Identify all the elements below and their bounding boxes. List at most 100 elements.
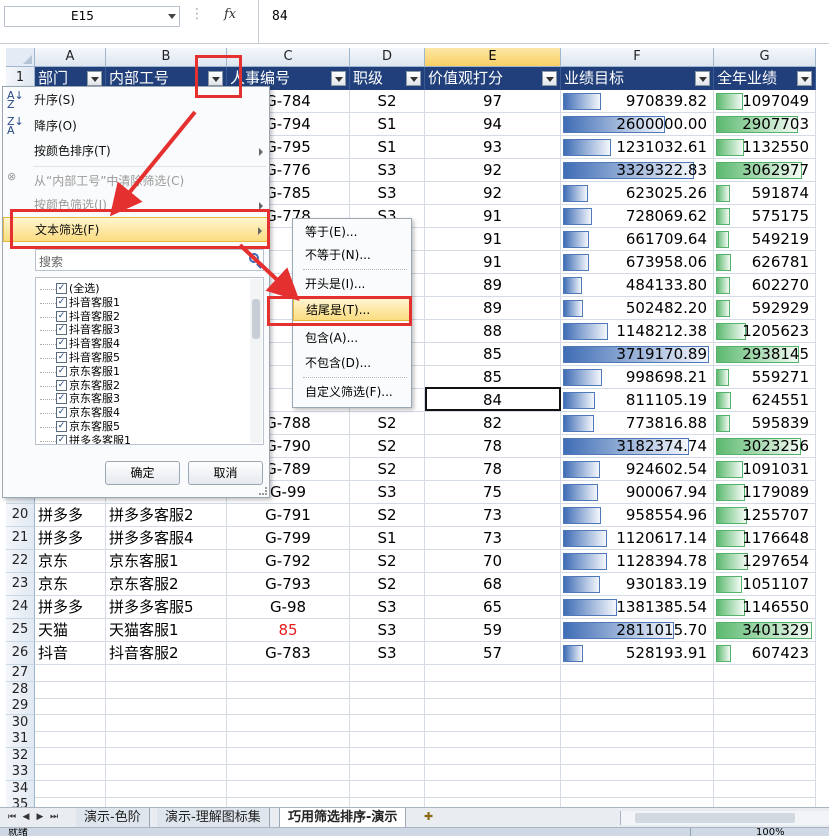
row-header[interactable]: 33 (6, 764, 35, 781)
table-cell-staff-id[interactable]: 京东客服2 (106, 573, 227, 596)
checkbox-checked-icon[interactable]: ✓ (56, 283, 67, 294)
prev-sheet-icon[interactable]: ◀ (20, 811, 32, 824)
table-cell-target[interactable]: 528193.91 (561, 642, 714, 665)
empty-cell[interactable] (35, 747, 106, 765)
empty-cell[interactable] (227, 681, 350, 699)
table-cell-annual[interactable]: 1255707 (714, 504, 816, 527)
table-cell-level[interactable]: S2 (350, 90, 425, 113)
row-header[interactable]: 32 (6, 747, 35, 765)
filter-dropdown-icon[interactable] (406, 71, 421, 86)
empty-cell[interactable] (35, 731, 106, 748)
empty-cell[interactable] (35, 780, 106, 798)
empty-cell[interactable] (35, 714, 106, 732)
header-cell-f[interactable]: 业绩目标 (561, 67, 714, 90)
table-cell-target[interactable]: 661709.64 (561, 228, 714, 251)
filter-dropdown-icon[interactable] (208, 71, 223, 86)
table-cell-target[interactable]: 924602.54 (561, 458, 714, 481)
table-cell-level[interactable]: S2 (350, 435, 425, 458)
menu-text-filter[interactable]: 文本筛选(F) (3, 217, 269, 242)
row-header[interactable]: 22 (6, 550, 35, 573)
table-cell-target[interactable]: 484133.80 (561, 274, 714, 297)
submenu-item-4[interactable]: 包含(A)... (293, 327, 411, 350)
filter-list-item[interactable]: ✓ 抖音客服1 (40, 296, 120, 310)
scrollbar-thumb[interactable] (252, 299, 260, 339)
table-cell-level[interactable]: S3 (350, 182, 425, 205)
empty-cell[interactable] (561, 681, 714, 699)
table-cell-score[interactable]: 89 (425, 274, 561, 297)
table-cell-target[interactable]: 2811015.70 (561, 619, 714, 642)
table-cell-level[interactable]: S3 (350, 642, 425, 665)
table-cell-annual[interactable]: 575175 (714, 205, 816, 228)
filter-dropdown-icon[interactable] (331, 71, 346, 86)
row-header[interactable]: 28 (6, 681, 35, 699)
submenu-item-1[interactable]: 不等于(N)... (293, 244, 411, 267)
filter-list-item[interactable]: ✓ 京东客服4 (40, 406, 120, 420)
table-cell-annual[interactable]: 624551 (714, 389, 816, 412)
column-header-a[interactable]: A (35, 48, 106, 67)
row-header[interactable]: 31 (6, 731, 35, 748)
table-cell-score[interactable]: 73 (425, 527, 561, 550)
name-box[interactable]: E15 (4, 6, 180, 27)
empty-cell[interactable] (227, 714, 350, 732)
submenu-item-2[interactable]: 开头是(I)... (293, 273, 411, 296)
filter-list-item[interactable]: ✓ 京东客服2 (40, 379, 120, 393)
filter-list-item[interactable]: ✓ 京东客服1 (40, 365, 120, 379)
empty-cell[interactable] (350, 731, 425, 748)
table-cell-target[interactable]: 970839.82 (561, 90, 714, 113)
table-cell-level[interactable]: S2 (350, 550, 425, 573)
empty-cell[interactable] (35, 665, 106, 682)
select-all-corner[interactable] (6, 48, 35, 67)
zoom-level[interactable]: 100% (756, 828, 785, 836)
table-cell-target[interactable]: 673958.06 (561, 251, 714, 274)
row-header[interactable]: 23 (6, 573, 35, 596)
table-cell-score[interactable]: 82 (425, 412, 561, 435)
table-cell-hr-id[interactable]: G-783 (227, 642, 350, 665)
checkbox-checked-icon[interactable]: ✓ (56, 421, 67, 432)
filter-list-item[interactable]: ✓ 抖音客服2 (40, 310, 120, 324)
row-header[interactable]: 29 (6, 698, 35, 715)
tab-color-scale[interactable]: 演示-色阶 (76, 808, 150, 827)
empty-cell[interactable] (714, 780, 816, 798)
table-cell-hr-id[interactable]: G-792 (227, 550, 350, 573)
empty-cell[interactable] (425, 665, 561, 682)
row-header[interactable]: 21 (6, 527, 35, 550)
table-cell-hr-id[interactable]: G-791 (227, 504, 350, 527)
empty-cell[interactable] (425, 731, 561, 748)
table-cell-annual[interactable]: 3023256 (714, 435, 816, 458)
table-cell-score[interactable]: 91 (425, 251, 561, 274)
table-cell-annual[interactable]: 626781 (714, 251, 816, 274)
submenu-item-5[interactable]: 不包含(D)... (293, 352, 411, 375)
list-scrollbar[interactable] (250, 279, 262, 443)
table-cell-score[interactable]: 92 (425, 182, 561, 205)
empty-cell[interactable] (714, 764, 816, 781)
row-header[interactable]: 26 (6, 642, 35, 665)
table-cell-score[interactable]: 97 (425, 90, 561, 113)
empty-cell[interactable] (35, 681, 106, 699)
table-cell-target[interactable]: 1120617.14 (561, 527, 714, 550)
filter-list-item[interactable]: ✓ 拼多多客服1 (40, 434, 131, 444)
empty-cell[interactable] (350, 780, 425, 798)
last-sheet-icon[interactable]: ⏭ (48, 811, 60, 824)
table-cell-dept[interactable]: 天猫 (35, 619, 106, 642)
table-cell-score[interactable]: 85 (425, 366, 561, 389)
table-cell-staff-id[interactable]: 拼多多客服5 (106, 596, 227, 619)
table-cell-annual[interactable]: 1132550 (714, 136, 816, 159)
submenu-item-3[interactable]: 结尾是(T)... (293, 298, 411, 321)
filter-list-item[interactable]: ✓ 京东客服5 (40, 420, 120, 434)
checkbox-checked-icon[interactable]: ✓ (56, 338, 67, 350)
tab-filter-sort-demo[interactable]: 巧用筛选排序-演示 (279, 808, 407, 827)
empty-cell[interactable] (350, 665, 425, 682)
empty-cell[interactable] (227, 698, 350, 715)
filter-dropdown-icon[interactable] (695, 71, 710, 86)
table-cell-target[interactable]: 623025.26 (561, 182, 714, 205)
empty-cell[interactable] (350, 747, 425, 765)
first-sheet-icon[interactable]: ⏮ (6, 811, 18, 824)
row-header[interactable]: 27 (6, 665, 35, 682)
empty-cell[interactable] (350, 714, 425, 732)
table-cell-score[interactable]: 73 (425, 504, 561, 527)
table-cell-level[interactable]: S3 (350, 596, 425, 619)
checkbox-checked-icon[interactable]: ✓ (56, 365, 67, 377)
empty-cell[interactable] (425, 714, 561, 732)
header-cell-e[interactable]: 价值观打分 (425, 67, 561, 90)
table-cell-target[interactable]: 3719170.89 (561, 343, 714, 366)
